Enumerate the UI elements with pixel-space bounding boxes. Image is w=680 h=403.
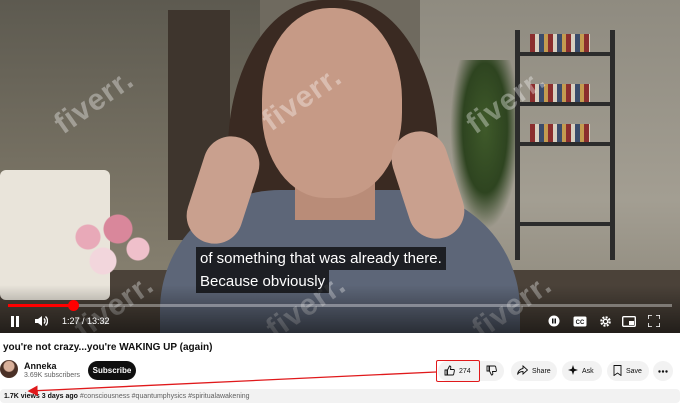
subtitles-button[interactable]: CC (572, 312, 588, 330)
channel-name[interactable]: Anneka (24, 361, 57, 371)
more-horizontal-icon (658, 368, 668, 375)
autoplay-toggle-icon (547, 315, 561, 327)
settings-button[interactable] (597, 312, 613, 330)
thumbs-down-icon (486, 365, 497, 378)
caption-line-1: of something that was already there. (196, 247, 446, 270)
subscribe-button[interactable]: Subscribe (88, 361, 136, 380)
gear-icon (599, 315, 612, 328)
time-display: 1:27 / 13:32 (62, 316, 110, 326)
ask-label: Ask (582, 367, 594, 375)
save-label: Save (626, 367, 642, 375)
progress-fill (8, 304, 73, 307)
svg-text:CC: CC (576, 320, 585, 326)
upload-age: 3 days ago (41, 393, 78, 400)
cc-icon: CC (573, 316, 587, 327)
play-pause-button[interactable] (8, 312, 22, 330)
share-label: Share (532, 367, 551, 375)
save-button[interactable]: Save (607, 361, 649, 381)
hashtags[interactable]: #consciousness #quantumphysics #spiritua… (80, 393, 250, 400)
autoplay-toggle[interactable] (546, 312, 562, 330)
video-player[interactable]: fiverr. fiverr. fiverr. fiverr. fiverr. … (0, 0, 680, 333)
mute-button[interactable] (33, 312, 49, 330)
miniplayer-icon (622, 315, 636, 327)
description-meta: 1.7K views 3 days ago #consciousness #qu… (4, 393, 250, 400)
dislike-button[interactable] (486, 365, 497, 378)
pause-icon (10, 315, 20, 327)
fullscreen-button[interactable] (646, 312, 662, 330)
share-button[interactable]: Share (511, 361, 557, 381)
bookmark-icon (613, 364, 622, 378)
view-count: 1.7K views (4, 393, 40, 400)
avatar[interactable] (0, 360, 18, 378)
share-icon (517, 364, 529, 377)
subscriber-count: 3.69K subscribers (24, 372, 81, 379)
like-highlight-box (436, 360, 480, 382)
scrubber-handle[interactable] (68, 300, 79, 311)
more-actions-button[interactable] (653, 361, 673, 381)
miniplayer-button[interactable] (621, 312, 637, 330)
progress-bar[interactable] (8, 304, 672, 307)
sparkle-icon (568, 365, 578, 377)
volume-icon (34, 315, 48, 327)
ask-button[interactable]: Ask (562, 361, 602, 381)
fullscreen-icon (648, 315, 660, 327)
video-title: you're not crazy...you're WAKING UP (aga… (3, 342, 213, 353)
